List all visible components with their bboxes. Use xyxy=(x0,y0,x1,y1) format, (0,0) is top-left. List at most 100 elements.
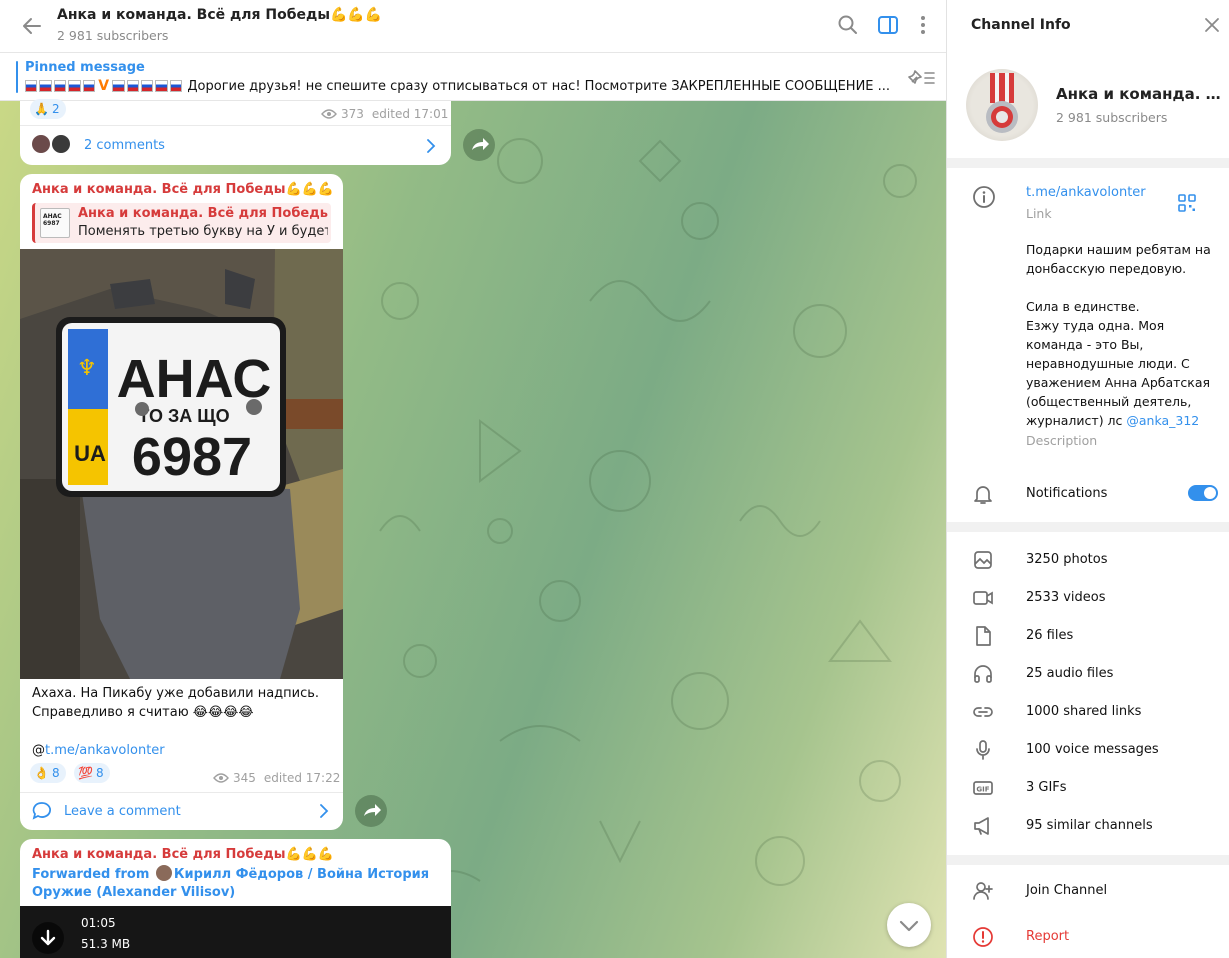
download-button[interactable] xyxy=(32,922,64,954)
link-icon xyxy=(973,707,993,717)
russian-flag-icon xyxy=(155,80,168,92)
views-icon xyxy=(321,109,337,119)
comment-icon xyxy=(32,802,51,820)
media-label: 26 files xyxy=(1026,628,1074,643)
pinned-label: Pinned message xyxy=(25,60,145,75)
forwarded-from[interactable]: Forwarded from Кирилл Фёдоров / Война Ис… xyxy=(32,865,442,902)
panel-title: Channel Info xyxy=(971,17,1071,33)
description-label: Description xyxy=(1026,433,1098,448)
download-arrow-icon xyxy=(40,929,56,946)
media-row-links[interactable]: 1000 shared links xyxy=(947,693,1229,731)
media-row-voice[interactable]: 100 voice messages xyxy=(947,731,1229,769)
russian-flag-icon xyxy=(68,80,81,92)
headphones-icon xyxy=(974,665,992,683)
channel-title[interactable]: Анка и команда. Всё для Победы💪💪💪 xyxy=(57,7,382,23)
notifications-label: Notifications xyxy=(1026,486,1108,501)
notifications-row[interactable]: Notifications xyxy=(947,475,1229,513)
microphone-icon xyxy=(976,740,990,760)
russian-flag-icon xyxy=(112,80,125,92)
views-count: 345 xyxy=(233,771,256,785)
media-row-videos[interactable]: 2533 videos xyxy=(947,579,1229,617)
qr-code-icon[interactable] xyxy=(1178,194,1196,212)
sidebar-toggle-icon[interactable] xyxy=(877,14,899,36)
report-icon xyxy=(973,927,993,947)
pinned-text: V Дорогие друзья! не спешите сразу отпис… xyxy=(25,78,890,94)
svg-text:♆: ♆ xyxy=(77,356,97,381)
message-photo[interactable]: ♆ UA АНАС ТО ЗА ЩО 6987 xyxy=(20,249,343,679)
link-label: Link xyxy=(1026,206,1052,221)
report-button[interactable]: Report xyxy=(947,918,1229,956)
report-label: Report xyxy=(1026,929,1070,944)
chevron-down-icon xyxy=(899,920,919,932)
video-duration: 01:05 xyxy=(81,916,116,930)
message-bubble[interactable]: 🙏 2 373 edited 17:01 2 comments xyxy=(20,99,451,165)
join-channel-button[interactable]: Join Channel xyxy=(947,872,1229,910)
reaction-emoji: 🙏 xyxy=(34,102,49,116)
video-size: 51.3 MB xyxy=(81,937,131,951)
notifications-toggle[interactable] xyxy=(1188,485,1218,501)
scroll-down-button[interactable] xyxy=(887,903,931,947)
reaction-count: 8 xyxy=(95,766,104,780)
plate-line-2: ТО ЗА ЩО xyxy=(138,406,229,426)
chevron-right-icon[interactable] xyxy=(319,804,329,818)
message-author[interactable]: Анка и команда. Всё для Победы💪💪💪 xyxy=(32,182,334,197)
message-bubble[interactable]: Анка и команда. Всё для Победы💪💪💪 АНАС 69… xyxy=(20,174,343,830)
forward-source-avatar xyxy=(155,865,172,881)
media-label: 2533 videos xyxy=(1026,590,1106,605)
license-plate-photo: ♆ UA АНАС ТО ЗА ЩО 6987 xyxy=(20,249,343,679)
video-attachment[interactable]: 01:05 51.3 MB xyxy=(20,906,451,958)
gif-icon: GIF xyxy=(973,781,993,795)
info-icon xyxy=(973,186,995,208)
description-handle-link[interactable]: @anka_312 xyxy=(1126,413,1199,428)
reply-author: Анка и команда. Всё для Победы💪💪💪 xyxy=(78,206,328,221)
pinned-message-bar[interactable]: Pinned message V Дорогие друзья! не спеш… xyxy=(0,53,946,101)
media-row-photos[interactable]: 3250 photos xyxy=(947,541,1229,579)
more-options-icon[interactable] xyxy=(912,14,934,36)
channel-link[interactable]: t.me/ankavolonter xyxy=(1026,185,1146,200)
reply-preview[interactable]: АНАС6987 Анка и команда. Всё для Победы💪… xyxy=(32,203,331,243)
leave-comment-link[interactable]: Leave a comment xyxy=(64,804,181,819)
photo-icon xyxy=(974,551,992,569)
add-user-icon xyxy=(973,882,993,900)
reaction-chip[interactable]: 💯 8 xyxy=(74,763,110,783)
reaction-chip[interactable]: 🙏 2 xyxy=(30,99,66,119)
reaction-emoji: 💯 xyxy=(78,766,93,780)
channel-info-panel: Channel Info Анка и команда. Всё для Поб… xyxy=(946,0,1229,958)
plate-country-code: UA xyxy=(74,441,106,466)
media-row-files[interactable]: 26 files xyxy=(947,617,1229,655)
russian-flag-icon xyxy=(25,80,38,92)
plate-line-3: 6987 xyxy=(132,427,252,487)
search-icon[interactable] xyxy=(837,14,859,36)
svg-text:GIF: GIF xyxy=(976,786,989,794)
video-icon xyxy=(973,591,993,605)
share-button[interactable] xyxy=(355,795,387,827)
plate-line-1: АНАС xyxy=(117,349,272,409)
pin-list-icon[interactable] xyxy=(908,67,936,87)
reaction-chip[interactable]: 👌 8 xyxy=(30,763,66,783)
channel-subscribers: 2 981 subscribers xyxy=(57,28,169,43)
russian-flag-icon xyxy=(82,80,96,92)
message-bubble[interactable]: Анка и команда. Всё для Победы💪💪💪 Forwar… xyxy=(20,839,451,958)
media-label: 3 GIFs xyxy=(1026,780,1067,795)
channel-avatar[interactable] xyxy=(966,69,1038,141)
chevron-right-icon[interactable] xyxy=(426,139,436,153)
media-row-gifs[interactable]: GIF 3 GIFs xyxy=(947,769,1229,807)
medal-image xyxy=(986,73,1018,133)
pinned-message-text: Дорогие друзья! не спешите сразу отписыв… xyxy=(187,78,890,94)
message-meta: 345 edited 17:22 xyxy=(213,771,340,785)
share-arrow-icon xyxy=(364,804,381,816)
share-button[interactable] xyxy=(463,129,495,161)
views-count: 373 xyxy=(341,107,364,121)
media-row-similar[interactable]: 95 similar channels xyxy=(947,807,1229,845)
media-row-audio[interactable]: 25 audio files xyxy=(947,655,1229,693)
bell-icon xyxy=(974,486,992,504)
edited-time: edited 17:22 xyxy=(263,771,341,785)
reaction-emoji: 👌 xyxy=(34,766,49,780)
comments-link[interactable]: 2 comments xyxy=(84,138,165,153)
reaction-count: 8 xyxy=(51,766,60,780)
message-author[interactable]: Анка и команда. Всё для Победы💪💪💪 xyxy=(32,847,334,862)
close-icon[interactable] xyxy=(1203,16,1221,34)
reply-text: Поменять третью букву на У и будет ... xyxy=(78,224,328,239)
channel-link[interactable]: t.me/ankavolonter xyxy=(45,743,165,758)
back-arrow-icon[interactable] xyxy=(20,14,44,38)
